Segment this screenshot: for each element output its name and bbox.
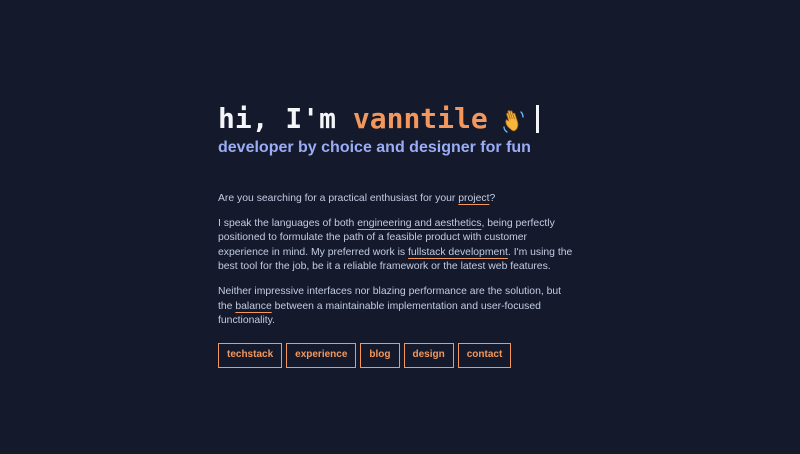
about-paragraph-1: Are you searching for a practical enthus… [218,192,578,207]
typing-cursor [535,105,539,133]
contact-button[interactable]: contact [457,342,512,368]
design-button[interactable]: design [403,342,454,368]
tagline: developer by choice and designer for fun [218,139,531,156]
engineering-aesthetics-link[interactable]: engineering and aesthetics [357,218,481,229]
experience-button[interactable]: experience [286,342,357,368]
about-paragraph-3: Neither impressive interfaces nor blazin… [218,285,578,329]
about-text-segment: Are you searching for a practical enthus… [218,193,456,204]
hero-title: hi, I'm vanntile [218,100,578,138]
about-text: Are you searching for a practical enthus… [218,192,578,329]
fullstack-development-link[interactable]: fullstack development [408,247,508,258]
main-nav: techstack experience blog design contact [218,342,578,368]
hero-name: vanntile [352,102,488,135]
blog-button[interactable]: blog [360,342,400,368]
hero-greeting: hi, I'm [218,102,337,135]
page: hi, I'm vanntile developer by choice and… [0,0,800,454]
about-text-segment: ? [489,193,496,204]
intro-section: hi, I'm vanntile developer by choice and… [218,100,578,368]
techstack-button[interactable]: techstack [218,342,283,368]
waving-hand-icon [502,106,526,133]
about-text-segment: I speak the languages of both [218,217,355,229]
project-link[interactable]: project [458,193,489,204]
about-paragraph-2: I speak the languages of both engineerin… [218,217,578,275]
balance-link[interactable]: balance [235,301,271,312]
